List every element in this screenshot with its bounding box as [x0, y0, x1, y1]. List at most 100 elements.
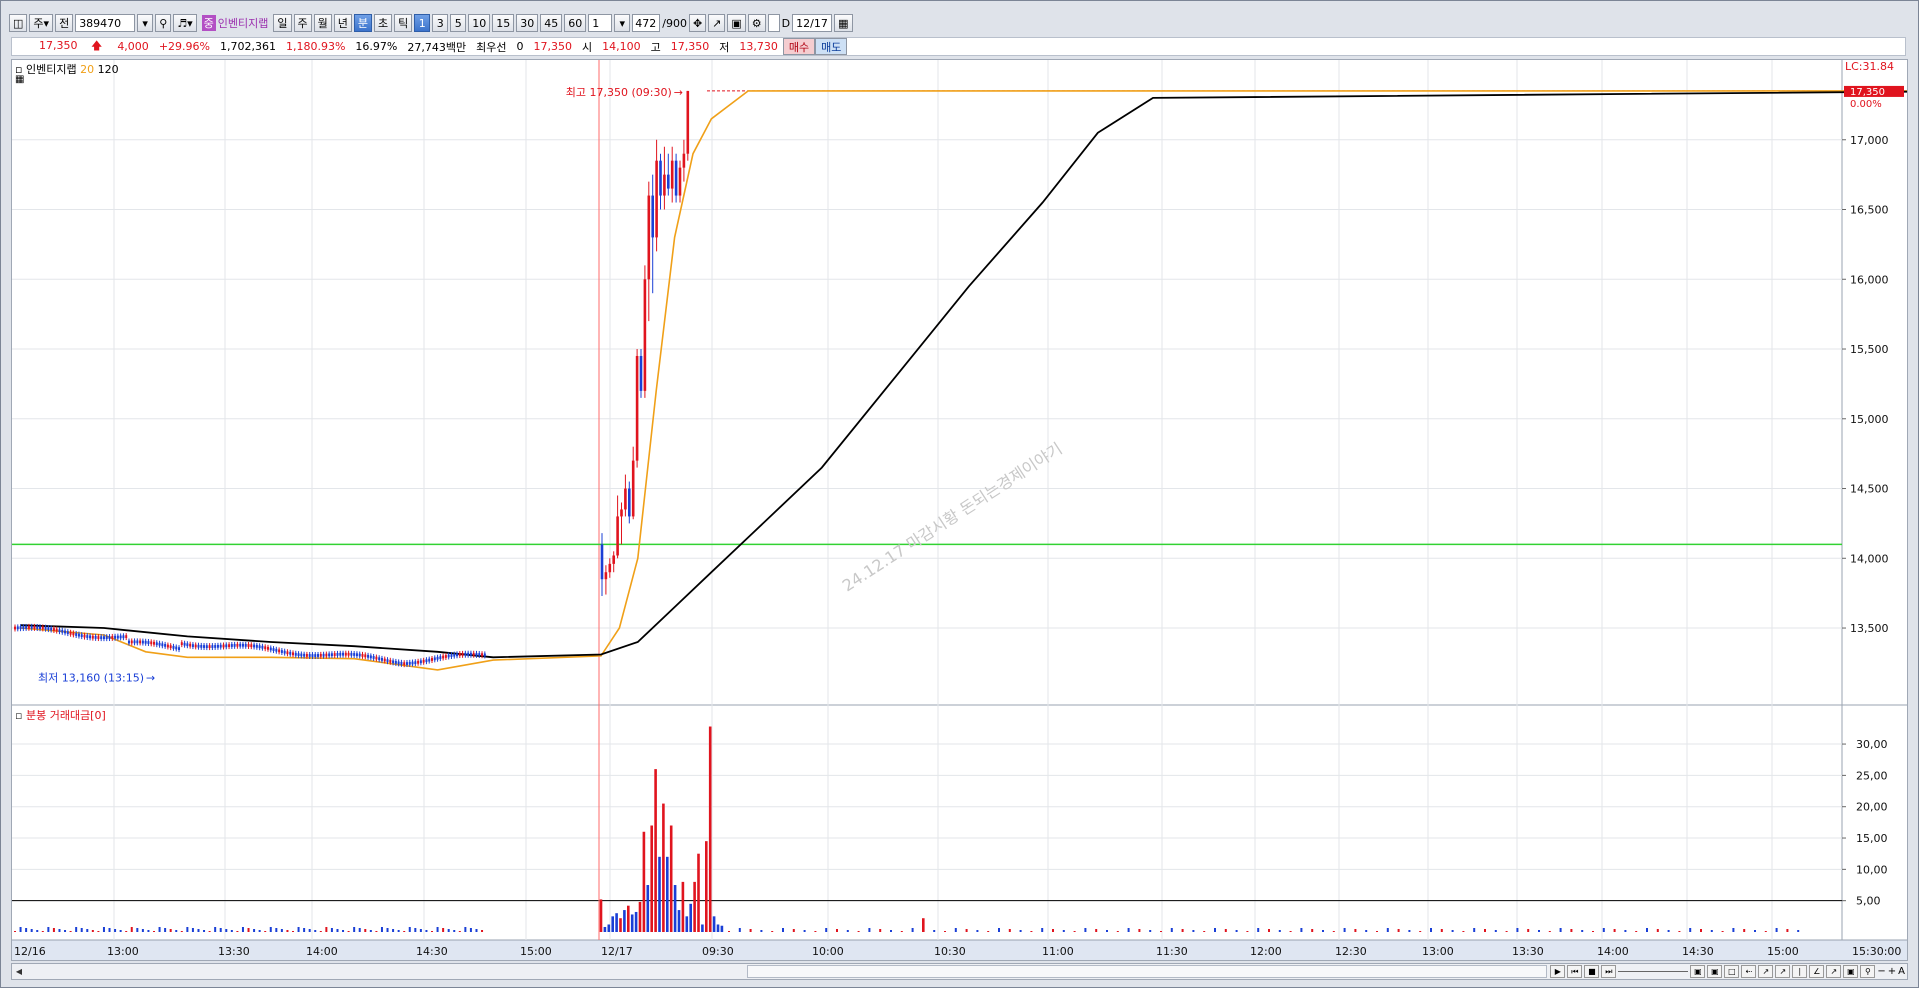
fast-forward-icon[interactable]: ⏭ [1601, 965, 1617, 978]
table-icon[interactable]: ▦ [15, 74, 24, 85]
period-minute[interactable]: 분 [353, 14, 372, 32]
volume-bar-small [1559, 928, 1562, 932]
tool-icon-10[interactable]: ▣ [1843, 965, 1859, 978]
interval-5[interactable]: 5 [450, 14, 467, 32]
legend-ma20: 20 [80, 63, 95, 76]
candle-body [14, 626, 16, 630]
interval-1[interactable]: 1 [414, 14, 431, 32]
candle-body [394, 661, 397, 664]
stop-icon[interactable]: ■ [1584, 965, 1600, 978]
tool-icon-9[interactable]: ↗ [1826, 965, 1842, 978]
zoom-icon[interactable]: ⚲ [1860, 965, 1876, 978]
volume-bar-small [1116, 931, 1119, 932]
candle-body [280, 650, 283, 653]
crosshair-icon[interactable]: ✥ [688, 14, 707, 32]
volume-bar-small [1484, 929, 1486, 932]
font-size-icon[interactable]: A [1898, 966, 1905, 977]
tool-icon-4[interactable]: ⇠ [1741, 965, 1757, 978]
tool-icon-2[interactable]: ▣ [1707, 965, 1723, 978]
count-input[interactable]: 472 [632, 14, 661, 32]
tool-icon-7[interactable]: ∣ [1792, 965, 1808, 978]
period-day[interactable]: 일 [273, 14, 292, 32]
y-tick-label: 14,500 [1850, 483, 1889, 496]
interval-dropdown-icon[interactable]: ▾ [614, 14, 631, 32]
period-month[interactable]: 월 [313, 14, 332, 32]
candle-body [405, 662, 408, 665]
scroll-thumb[interactable] [747, 965, 1547, 978]
buy-button[interactable]: 매수 [782, 38, 816, 55]
candle-body [305, 653, 308, 657]
volume-bar [666, 856, 669, 932]
candle-body [322, 653, 325, 657]
scroll-right-icon[interactable]: ▶ [1550, 965, 1566, 978]
volume-bar-small [442, 928, 445, 932]
layout-icon[interactable]: ◫ [9, 14, 28, 32]
volume-bar-small [1494, 930, 1497, 932]
sell-button[interactable]: 매도 [815, 38, 848, 55]
interval-3[interactable]: 3 [432, 14, 449, 32]
search-icon[interactable]: ⚲ [155, 14, 172, 32]
volume-bar-small [1754, 930, 1756, 932]
prefix-button[interactable]: 전 [55, 14, 74, 32]
chart-area[interactable]: 12/16 13:00 13:30 14:00 14:30 15:00 12/17 09:30… [11, 59, 1908, 961]
volume-legend-text: 분봉 거래대금[0] [25, 709, 106, 722]
interval-select[interactable]: 1 [588, 14, 613, 32]
candle-body [333, 653, 336, 656]
candle-body [147, 641, 150, 644]
period-tick[interactable]: 틱 [394, 14, 413, 32]
volume-bar [669, 825, 673, 932]
tool-icon-3[interactable]: □ [1724, 965, 1740, 978]
volume-bar-small [108, 928, 111, 932]
volume-bar-small [236, 931, 239, 932]
period-year[interactable]: 년 [333, 14, 352, 32]
interval-15[interactable]: 15 [492, 14, 515, 32]
zoom-slider[interactable] [1618, 971, 1689, 972]
candle-body [239, 643, 242, 647]
zoom-in-icon[interactable]: + [1888, 966, 1896, 977]
tool-icon-5[interactable]: ↗ [1758, 965, 1774, 978]
interval-60[interactable]: 60 [564, 14, 587, 32]
market-type-select[interactable]: 주 ▾ [29, 14, 54, 32]
volume-bar-small [280, 929, 283, 932]
panel-collapse-icon-volume[interactable]: ▫ [15, 709, 22, 722]
tool-icon-6[interactable]: ↗ [1775, 965, 1791, 978]
period-week[interactable]: 주 [293, 14, 312, 32]
zoom-out-icon[interactable]: − [1877, 966, 1885, 977]
candle-body [383, 658, 386, 662]
trend-tool-icon[interactable]: ↗ [708, 14, 726, 32]
horizontal-scrollbar[interactable]: ◀ ▶ ⏮ ■ ⏭ ▣ ▣ □ ⇠ ↗ ↗ ∣ ∠ ↗ ▣ ⚲ − + A [11, 963, 1908, 980]
save-icon[interactable]: ▣ [727, 14, 746, 32]
volume-legend: ▫ 분봉 거래대금[0] [15, 707, 106, 723]
tool-icon-8[interactable]: ∠ [1809, 965, 1825, 978]
dropdown-arrow-icon[interactable]: ▾ [137, 14, 154, 32]
speaker-icon[interactable]: ♬▾ [173, 14, 197, 32]
volume-bar-small [933, 930, 936, 932]
interval-10[interactable]: 10 [468, 14, 491, 32]
interval-30[interactable]: 30 [516, 14, 539, 32]
candle-body [58, 629, 61, 633]
candle-body [647, 195, 651, 280]
chart-window: ◫ 주 ▾ 전 389470 ▾ ⚲ ♬▾ 중 인벤티지랩 일 주 월 년 분 초 … [0, 0, 1919, 988]
volume-bar-small [1062, 930, 1065, 932]
volume-bar-small [1214, 928, 1216, 932]
tool-icon-1[interactable]: ▣ [1690, 965, 1706, 978]
volume-bar-small [1700, 929, 1702, 932]
volume-bar-small [1095, 929, 1098, 932]
stock-code-input[interactable]: 389470 [75, 14, 136, 32]
rewind-icon[interactable]: ⏮ [1567, 965, 1583, 978]
interval-45[interactable]: 45 [540, 14, 563, 32]
volume-bar-small [1538, 930, 1540, 932]
volume-bar [708, 726, 712, 932]
candle-body [408, 661, 411, 665]
scroll-left-icon[interactable]: ◀ [12, 964, 26, 979]
date-checkbox[interactable] [767, 14, 780, 32]
volume-bar-small [846, 930, 849, 932]
gear-icon[interactable]: ⚙ [747, 14, 766, 32]
volume-bar-small [1570, 929, 1573, 932]
chart-canvas[interactable]: 12/16 13:00 13:30 14:00 14:30 15:00 12/17 09:30… [12, 60, 1907, 960]
candle-body [628, 488, 631, 517]
volume-bar-small [1052, 929, 1054, 932]
date-input[interactable]: 12/17 [792, 14, 833, 32]
period-second[interactable]: 초 [374, 14, 393, 32]
calendar-icon[interactable]: ▦ [834, 14, 853, 32]
